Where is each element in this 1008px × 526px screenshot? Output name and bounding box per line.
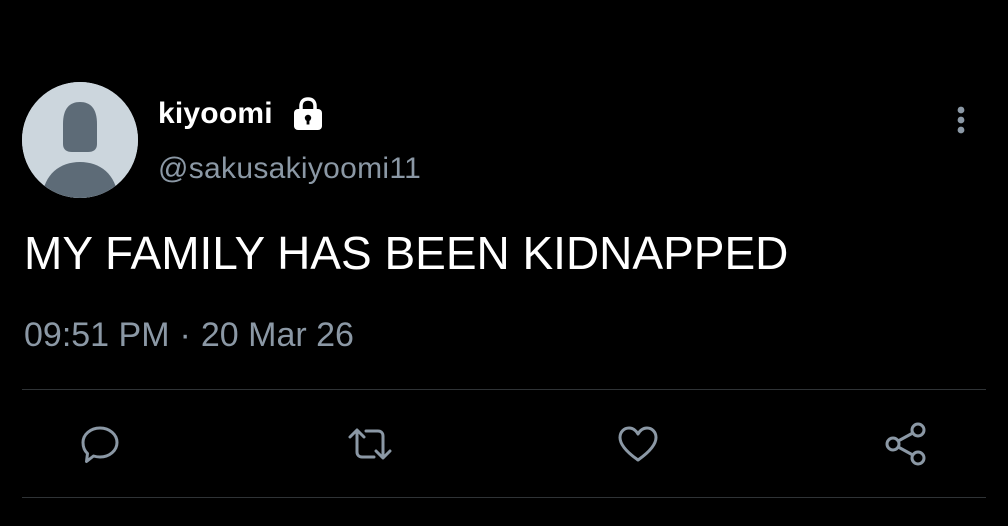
like-button[interactable] [614,420,662,468]
more-vertical-icon [957,106,965,134]
tweet-time: 09:51 PM [24,316,170,354]
retweet-icon [348,428,392,460]
heart-icon [618,426,658,462]
tweet-text: MY FAMILY HAS BEEN KIDNAPPED [24,227,789,279]
tweet-timestamp[interactable]: 09:51 PM · 20 Mar 26 [24,316,354,355]
author-handle[interactable]: @sakusakiyoomi11 [158,152,421,186]
avatar[interactable] [22,82,138,198]
reply-icon [81,426,119,463]
lock-icon [291,96,325,132]
default-avatar-icon [22,82,138,198]
retweet-button[interactable] [346,420,394,468]
tweet-date: 20 Mar 26 [200,316,354,354]
display-name[interactable]: kiyoomi [158,97,273,131]
divider [22,497,986,498]
tweet-card: kiyoomi @sakusakiyoomi11 MY FAMILY HAS B… [0,0,1008,526]
divider [22,389,986,390]
share-icon [885,422,926,466]
author-name-row: kiyoomi [158,92,325,136]
more-options-button[interactable] [944,98,978,142]
reply-button[interactable] [76,420,124,468]
share-button[interactable] [882,420,930,468]
meta-separator: · [179,316,191,354]
